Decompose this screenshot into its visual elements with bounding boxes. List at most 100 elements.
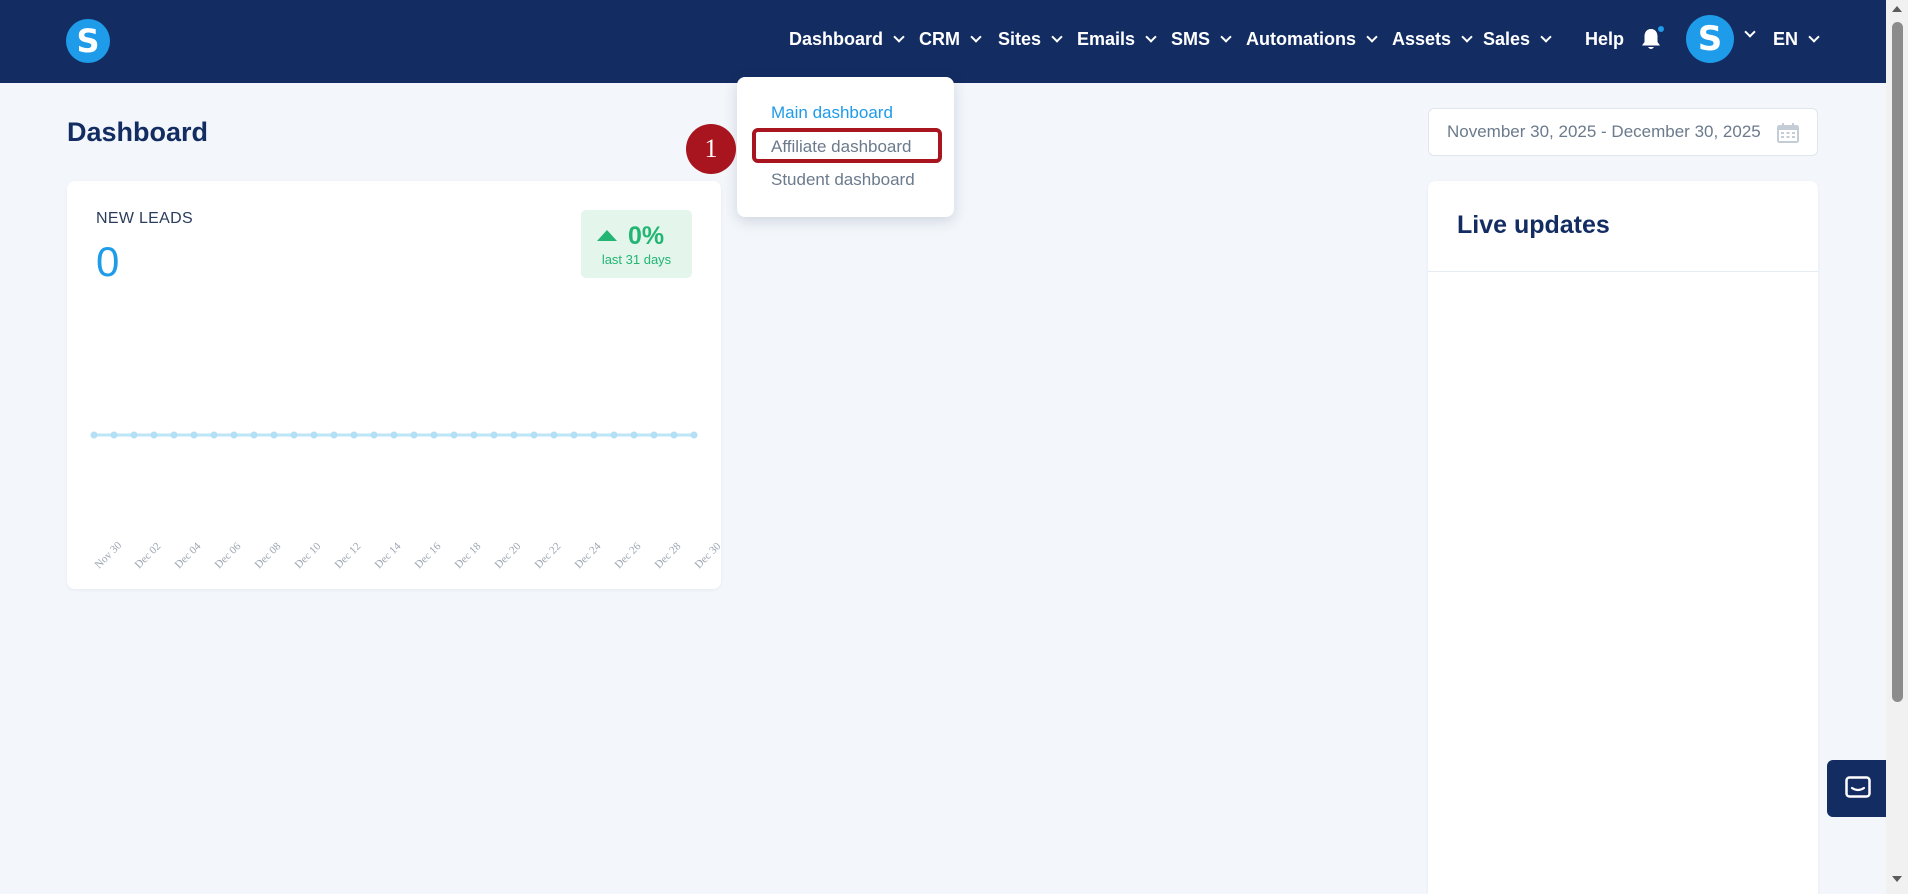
chevron-down-icon bbox=[1220, 30, 1232, 43]
avatar[interactable]: S bbox=[1686, 15, 1734, 63]
leads-data-point[interactable] bbox=[530, 431, 538, 439]
x-tick-label: Nov 30 bbox=[93, 539, 125, 571]
leads-data-point[interactable] bbox=[370, 431, 378, 439]
top-nav-bar: S Dashboard CRM Sites Emails SMS Automat… bbox=[0, 0, 1886, 83]
chat-icon bbox=[1845, 776, 1871, 798]
chat-launcher-button[interactable] bbox=[1827, 760, 1887, 817]
page-title: Dashboard bbox=[67, 117, 209, 147]
x-tick-label: Dec 08 bbox=[253, 540, 284, 571]
nav-sms[interactable]: SMS bbox=[1171, 27, 1232, 51]
leads-data-point[interactable] bbox=[210, 431, 218, 439]
page-scrollbar[interactable] bbox=[1886, 0, 1908, 894]
leads-data-point[interactable] bbox=[610, 431, 618, 439]
x-tick-label: Dec 12 bbox=[333, 540, 364, 571]
leads-data-point[interactable] bbox=[570, 431, 578, 439]
chevron-down-icon[interactable] bbox=[1744, 26, 1756, 38]
scroll-down-arrow-icon[interactable] bbox=[1892, 876, 1902, 882]
leads-data-point[interactable] bbox=[190, 431, 198, 439]
leads-data-point[interactable] bbox=[110, 431, 118, 439]
divider bbox=[1428, 271, 1818, 272]
chevron-down-icon bbox=[1540, 30, 1552, 43]
nav-crm[interactable]: CRM bbox=[919, 27, 982, 51]
nav-crm-label: CRM bbox=[919, 28, 960, 49]
x-tick-label: Dec 04 bbox=[173, 540, 204, 571]
chevron-down-icon bbox=[1051, 30, 1063, 43]
app-logo[interactable]: S bbox=[66, 19, 110, 63]
leads-data-point[interactable] bbox=[490, 431, 498, 439]
leads-data-point[interactable] bbox=[690, 431, 698, 439]
menu-item-student-dashboard[interactable]: Student dashboard bbox=[771, 170, 915, 190]
leads-data-point[interactable] bbox=[450, 431, 458, 439]
leads-data-point[interactable] bbox=[390, 431, 398, 439]
nav-sales[interactable]: Sales bbox=[1483, 27, 1552, 51]
step-highlight-box bbox=[752, 128, 942, 163]
leads-data-point[interactable] bbox=[150, 431, 158, 439]
menu-item-main-dashboard[interactable]: Main dashboard bbox=[771, 103, 893, 123]
nav-sites-label: Sites bbox=[998, 28, 1042, 49]
nav-dashboard[interactable]: Dashboard bbox=[789, 27, 905, 51]
leads-data-point[interactable] bbox=[130, 431, 138, 439]
language-selector[interactable]: EN bbox=[1773, 27, 1820, 51]
date-range-text: November 30, 2025 - December 30, 2025 bbox=[1447, 122, 1761, 141]
chevron-down-icon bbox=[1808, 30, 1820, 43]
leads-data-point[interactable] bbox=[250, 431, 258, 439]
step-marker: 1 bbox=[686, 124, 736, 174]
x-tick-label: Dec 24 bbox=[573, 540, 604, 571]
date-range-picker[interactable]: November 30, 2025 - December 30, 2025 bbox=[1428, 108, 1818, 156]
leads-data-point[interactable] bbox=[350, 431, 358, 439]
nav-help[interactable]: Help bbox=[1585, 27, 1624, 51]
new-leads-card: NEW LEADS 0 0% last 31 days Nov 30 Dec 02… bbox=[67, 181, 721, 589]
nav-emails[interactable]: Emails bbox=[1077, 27, 1157, 51]
nav-emails-label: Emails bbox=[1077, 28, 1136, 49]
leads-data-point[interactable] bbox=[430, 431, 438, 439]
x-tick-label: Dec 28 bbox=[653, 540, 684, 571]
nav-sms-label: SMS bbox=[1171, 28, 1211, 49]
nav-sites[interactable]: Sites bbox=[998, 27, 1063, 51]
x-tick-label: Dec 02 bbox=[133, 540, 164, 571]
leads-data-point[interactable] bbox=[630, 431, 638, 439]
leads-data-point[interactable] bbox=[330, 431, 338, 439]
chevron-down-icon bbox=[1366, 30, 1378, 43]
x-tick-label: Dec 26 bbox=[613, 540, 644, 571]
leads-data-point[interactable] bbox=[510, 431, 518, 439]
x-tick-label: Dec 14 bbox=[373, 540, 404, 571]
nav-sales-label: Sales bbox=[1483, 28, 1531, 49]
live-updates-panel: Live updates bbox=[1428, 181, 1818, 894]
x-tick-label: Dec 20 bbox=[493, 540, 524, 571]
leads-data-point[interactable] bbox=[290, 431, 298, 439]
leads-data-point[interactable] bbox=[90, 431, 98, 439]
notification-dot bbox=[1656, 24, 1666, 34]
scrollbar-thumb[interactable] bbox=[1892, 22, 1903, 702]
leads-data-point[interactable] bbox=[650, 431, 658, 439]
x-tick-label: Dec 10 bbox=[293, 540, 324, 571]
new-leads-chart: Nov 30 Dec 02 Dec 04 Dec 06 Dec 08 Dec 10 Dec … bbox=[90, 431, 721, 571]
leads-data-point[interactable] bbox=[230, 431, 238, 439]
scroll-up-arrow-icon[interactable] bbox=[1892, 6, 1902, 12]
language-label: EN bbox=[1773, 28, 1799, 49]
leads-data-point[interactable] bbox=[170, 431, 178, 439]
nav-help-label: Help bbox=[1585, 28, 1625, 49]
leads-data-point[interactable] bbox=[470, 431, 478, 439]
calendar-icon bbox=[1777, 123, 1799, 143]
chevron-down-icon bbox=[1145, 30, 1157, 43]
chevron-down-icon bbox=[970, 30, 982, 43]
leads-data-point[interactable] bbox=[310, 431, 318, 439]
leads-data-point[interactable] bbox=[670, 431, 678, 439]
live-updates-title: Live updates bbox=[1457, 211, 1610, 239]
x-tick-label: Dec 06 bbox=[213, 540, 244, 571]
nav-dashboard-label: Dashboard bbox=[789, 28, 884, 49]
leads-data-point[interactable] bbox=[410, 431, 418, 439]
leads-data-point[interactable] bbox=[270, 431, 278, 439]
chevron-down-icon bbox=[1461, 30, 1473, 43]
x-tick-label: Dec 22 bbox=[533, 540, 564, 571]
leads-data-point[interactable] bbox=[590, 431, 598, 439]
leads-data-point[interactable] bbox=[550, 431, 558, 439]
x-tick-label: Dec 18 bbox=[453, 540, 484, 571]
x-tick-label: Dec 30 bbox=[693, 540, 721, 571]
nav-automations-label: Automations bbox=[1246, 28, 1356, 49]
nav-automations[interactable]: Automations bbox=[1246, 27, 1378, 51]
x-tick-label: Dec 16 bbox=[413, 540, 444, 571]
nav-assets[interactable]: Assets bbox=[1392, 27, 1473, 51]
nav-assets-label: Assets bbox=[1392, 28, 1452, 49]
chevron-down-icon bbox=[893, 30, 905, 43]
